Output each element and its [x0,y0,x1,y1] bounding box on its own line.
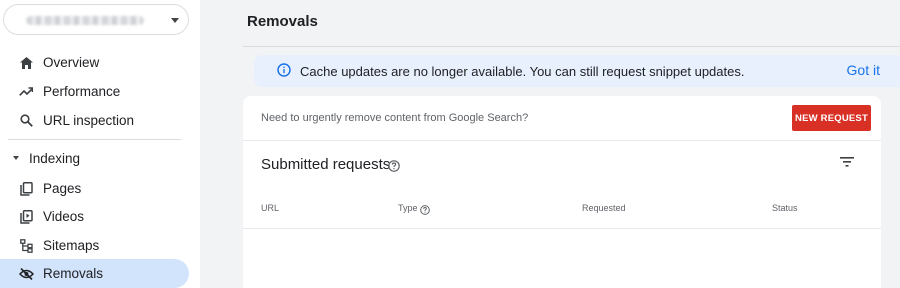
column-header-status[interactable]: Status [772,203,798,213]
pages-icon [18,181,34,197]
sidebar: Overview Performance URL inspection Inde… [0,0,200,288]
sidebar-section-indexing[interactable]: Indexing [0,145,189,171]
sidebar-item-label: Sitemaps [43,238,100,253]
removals-card: Need to urgently remove content from Goo… [243,96,881,288]
video-icon [18,209,34,225]
sidebar-item-label: Overview [43,55,100,70]
got-it-button[interactable]: Got it [847,62,880,78]
card-divider [243,140,881,141]
new-request-button[interactable]: NEW REQUEST [792,105,871,131]
visibility-off-icon [18,266,34,282]
sidebar-item-removals[interactable]: Removals [0,259,189,288]
property-selector[interactable] [3,4,189,35]
help-icon[interactable] [420,202,430,215]
table-header-divider [243,228,881,229]
help-icon[interactable] [388,159,400,172]
sidebar-item-label: Performance [43,84,121,99]
removal-prompt: Need to urgently remove content from Goo… [261,112,529,124]
header-divider [243,46,900,47]
sidebar-section-label: Indexing [29,150,81,166]
search-icon [18,113,34,129]
sidebar-item-sitemaps[interactable]: Sitemaps [0,231,189,260]
page-title: Removals [247,13,318,30]
sidebar-item-label: Pages [43,181,82,196]
banner-message: Cache updates are no longer available. Y… [300,64,745,79]
sidebar-item-performance[interactable]: Performance [0,77,189,106]
column-header-url[interactable]: URL [261,203,279,213]
property-name-redacted [26,16,144,25]
column-header-type[interactable]: Type [398,203,418,213]
sidebar-item-overview[interactable]: Overview [0,48,189,77]
sidebar-item-label: Removals [43,266,104,281]
sidebar-item-pages[interactable]: Pages [0,174,189,203]
trending-up-icon [18,84,34,100]
sidebar-item-url-inspection[interactable]: URL inspection [0,106,189,135]
sidebar-divider [8,139,181,140]
info-banner: Cache updates are no longer available. Y… [254,55,900,87]
info-icon [277,63,291,77]
sidebar-item-label: URL inspection [43,113,135,128]
sidebar-item-videos[interactable]: Videos [0,202,189,231]
filter-icon[interactable] [839,155,855,169]
sidebar-item-label: Videos [43,209,85,224]
chevron-down-icon [171,18,179,23]
caret-down-icon [13,156,19,160]
column-header-requested[interactable]: Requested [582,203,626,213]
home-icon [18,55,34,71]
submitted-requests-title: Submitted requests [261,156,391,173]
sitemap-icon [18,238,34,254]
